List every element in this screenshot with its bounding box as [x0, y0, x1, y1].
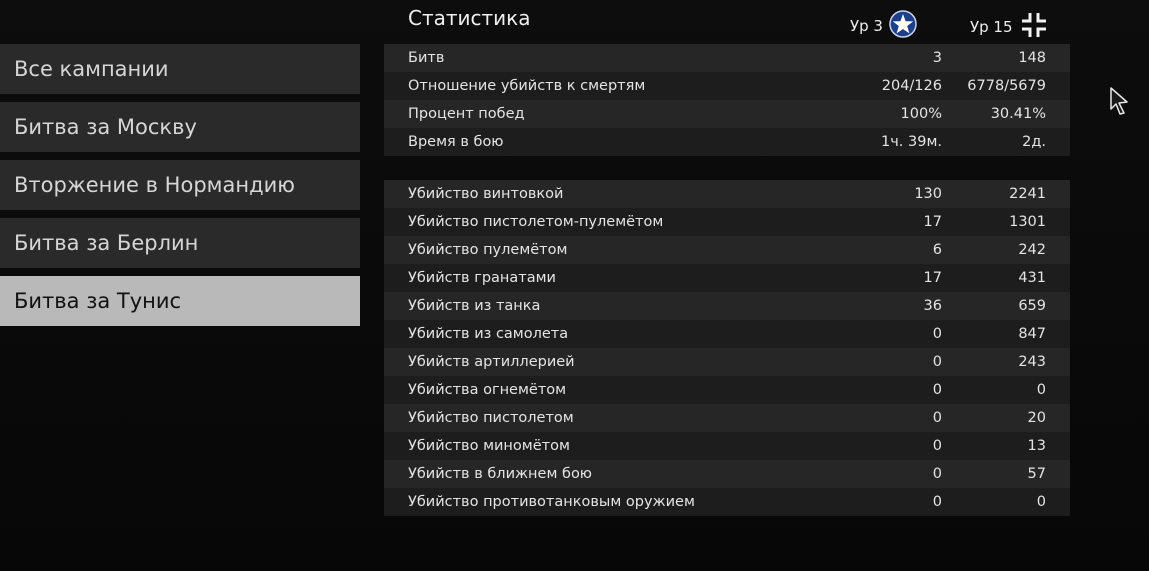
- row-label: Убийств артиллерией: [408, 354, 575, 370]
- allied-value: 0: [932, 410, 942, 426]
- allied-value: 0: [932, 438, 942, 454]
- table-row: Убийств в ближнем бою 0 57: [384, 460, 1070, 488]
- campaign-normandy[interactable]: Вторжение в Нормандию: [0, 160, 360, 210]
- table-row: Убийство противотанковым оружием 0 0: [384, 488, 1070, 516]
- table-row: Убийство пистолетом-пулемётом 17 1301: [384, 208, 1070, 236]
- campaign-label: Все кампании: [14, 57, 169, 81]
- axis-value: 13: [1027, 438, 1046, 454]
- allied-value: 204/126: [881, 78, 942, 94]
- table-row: Убийств гранатами 17 431: [384, 264, 1070, 292]
- row-label: Процент побед: [408, 106, 525, 122]
- allied-value: 1ч. 39м.: [880, 134, 942, 150]
- row-label: Убийство винтовкой: [408, 186, 564, 202]
- table-row: Убийство миномётом 0 13: [384, 432, 1070, 460]
- axis-value: 0: [1036, 382, 1046, 398]
- row-label: Убийство пистолетом-пулемётом: [408, 214, 664, 230]
- axis-value: 242: [1018, 242, 1046, 258]
- row-label: Убийство противотанковым оружием: [408, 494, 695, 510]
- campaign-tunisia[interactable]: Битва за Тунис: [0, 276, 360, 326]
- allied-value: 17: [923, 214, 942, 230]
- row-label: Отношение убийств к смертям: [408, 78, 646, 94]
- allied-value: 100%: [900, 106, 942, 122]
- allied-value: 0: [932, 326, 942, 342]
- allied-level-label: Ур 3: [850, 17, 883, 35]
- allied-value: 3: [932, 50, 942, 66]
- campaign-label: Битва за Тунис: [14, 289, 182, 313]
- axis-value: 431: [1018, 270, 1046, 286]
- table-row: Убийств из танка 36 659: [384, 292, 1070, 320]
- campaign-label: Вторжение в Нормандию: [14, 173, 295, 197]
- allied-value: 0: [932, 494, 942, 510]
- mouse-cursor-icon: [1108, 86, 1130, 120]
- allied-level: Ур 3: [850, 10, 917, 42]
- axis-value: 20: [1027, 410, 1046, 426]
- table-row: Процент побед 100% 30.41%: [384, 100, 1070, 128]
- axis-level-label: Ур 15: [970, 18, 1013, 36]
- table-row: Убийств из самолета 0 847: [384, 320, 1070, 348]
- allied-value: 0: [932, 466, 942, 482]
- table-row: Убийство винтовкой 130 2241: [384, 180, 1070, 208]
- axis-value: 243: [1018, 354, 1046, 370]
- page-title: Статистика: [408, 6, 531, 30]
- row-label: Время в бою: [408, 134, 504, 150]
- allied-value: 0: [932, 354, 942, 370]
- row-label: Убийств из танка: [408, 298, 541, 314]
- table-row: Убийств артиллерией 0 243: [384, 348, 1070, 376]
- kills-table: Убийство винтовкой 130 2241 Убийство писто…: [384, 180, 1070, 516]
- allied-value: 36: [923, 298, 942, 314]
- row-label: Убийств гранатами: [408, 270, 556, 286]
- row-label: Убийство миномётом: [408, 438, 570, 454]
- axis-value: 30.41%: [990, 106, 1046, 122]
- campaign-label: Битва за Берлин: [14, 231, 199, 255]
- german-cross-icon: [1019, 10, 1049, 44]
- allied-value: 6: [932, 242, 942, 258]
- row-label: Убийств из самолета: [408, 326, 569, 342]
- table-row: Битв 3 148: [384, 44, 1070, 72]
- row-label: Убийство пистолетом: [408, 410, 574, 426]
- campaign-list: Все кампании Битва за Москву Вторжение в…: [0, 44, 360, 334]
- row-label: Убийства огнемётом: [408, 382, 567, 398]
- table-row: Отношение убийств к смертям 204/126 6778/5…: [384, 72, 1070, 100]
- table-row: Убийства огнемётом 0 0: [384, 376, 1070, 404]
- campaign-label: Битва за Москву: [14, 115, 197, 139]
- summary-table: Битв 3 148 Отношение убийств к смертям 204/…: [384, 44, 1070, 156]
- table-row: Время в бою 1ч. 39м. 2д.: [384, 128, 1070, 156]
- us-star-icon: [889, 10, 917, 42]
- axis-level: Ур 15: [970, 10, 1049, 44]
- allied-value: 130: [914, 186, 942, 202]
- axis-value: 1301: [1009, 214, 1046, 230]
- table-row: Убийство пистолетом 0 20: [384, 404, 1070, 432]
- axis-value: 2д.: [1022, 134, 1046, 150]
- allied-value: 17: [923, 270, 942, 286]
- axis-value: 0: [1036, 494, 1046, 510]
- campaign-berlin[interactable]: Битва за Берлин: [0, 218, 360, 268]
- axis-value: 847: [1018, 326, 1046, 342]
- campaign-all[interactable]: Все кампании: [0, 44, 360, 94]
- axis-value: 148: [1018, 50, 1046, 66]
- axis-value: 57: [1027, 466, 1046, 482]
- allied-value: 0: [932, 382, 942, 398]
- campaign-moscow[interactable]: Битва за Москву: [0, 102, 360, 152]
- row-label: Убийство пулемётом: [408, 242, 568, 258]
- row-label: Битв: [408, 50, 445, 66]
- axis-value: 2241: [1009, 186, 1046, 202]
- axis-value: 659: [1018, 298, 1046, 314]
- table-row: Убийство пулемётом 6 242: [384, 236, 1070, 264]
- row-label: Убийств в ближнем бою: [408, 466, 593, 482]
- axis-value: 6778/5679: [967, 78, 1046, 94]
